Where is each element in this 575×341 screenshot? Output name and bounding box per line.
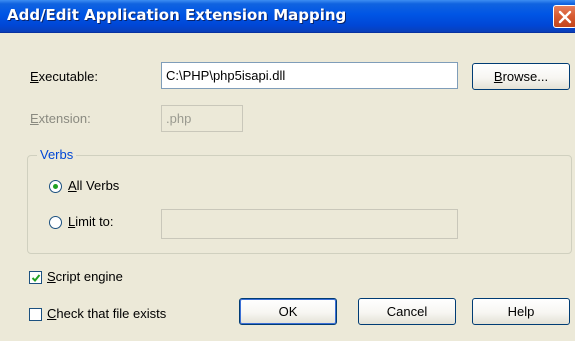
radio-selected-dot: [53, 184, 58, 189]
help-button[interactable]: Help: [472, 298, 570, 325]
close-icon: [558, 10, 572, 24]
script-engine-label[interactable]: Script engine: [47, 269, 123, 284]
verbs-groupbox: [27, 155, 572, 254]
limit-to-label[interactable]: Limit to:: [68, 214, 114, 229]
browse-button[interactable]: Browse...: [472, 63, 570, 90]
script-engine-checkbox[interactable]: [29, 271, 42, 284]
limit-to-input[interactable]: [161, 209, 458, 239]
check-file-exists-label[interactable]: Check that file exists: [47, 306, 166, 321]
window-title: Add/Edit Application Extension Mapping: [7, 6, 347, 24]
all-verbs-label[interactable]: All Verbs: [68, 178, 119, 193]
ok-button[interactable]: OK: [239, 298, 337, 325]
executable-label: Executable:: [30, 69, 98, 84]
checkmark-icon: [31, 274, 41, 282]
cancel-button[interactable]: Cancel: [358, 298, 456, 325]
all-verbs-radio[interactable]: [49, 180, 62, 193]
close-button[interactable]: [553, 5, 575, 28]
title-bar[interactable]: Add/Edit Application Extension Mapping: [0, 0, 575, 33]
limit-to-radio[interactable]: [49, 216, 62, 229]
verbs-legend: Verbs: [37, 147, 77, 162]
executable-input[interactable]: C:\PHP\php5isapi.dll: [161, 62, 458, 89]
extension-input[interactable]: .php: [161, 105, 243, 132]
extension-label: Extension:: [30, 111, 91, 126]
check-file-exists-checkbox[interactable]: [29, 308, 42, 321]
dialog-window: Add/Edit Application Extension Mapping E…: [0, 0, 575, 341]
